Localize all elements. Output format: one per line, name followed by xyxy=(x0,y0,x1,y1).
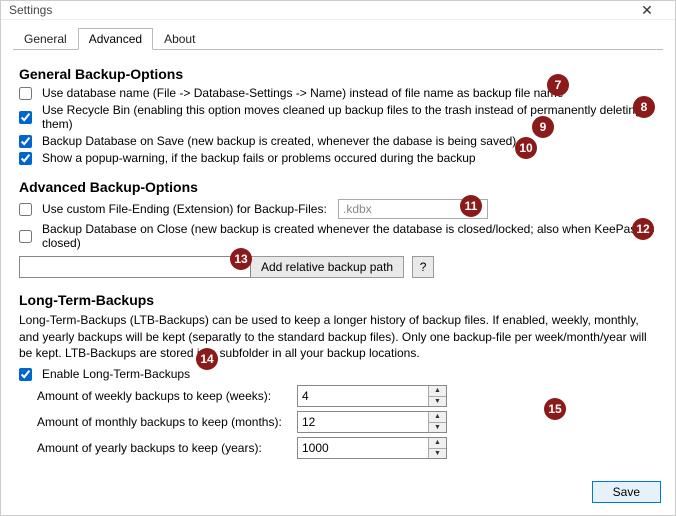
chk-use-dbname[interactable] xyxy=(19,87,32,100)
btn-add-relative-path[interactable]: Add relative backup path xyxy=(251,256,404,278)
lbl-use-dbname: Use database name (File -> Database-Sett… xyxy=(42,86,564,100)
tab-about[interactable]: About xyxy=(153,28,206,50)
spinner-weekly[interactable]: ▲▼ xyxy=(297,385,447,407)
ltb-heading: Long-Term-Backups xyxy=(19,292,657,308)
tab-bar: General Advanced About xyxy=(13,28,663,50)
input-relative-path[interactable] xyxy=(19,256,251,278)
btn-help[interactable]: ? xyxy=(412,256,434,278)
lbl-backup-on-close: Backup Database on Close (new backup is … xyxy=(42,222,657,250)
lbl-backup-on-save: Backup Database on Save (new backup is c… xyxy=(42,134,516,148)
lbl-custom-ext: Use custom File-Ending (Extension) for B… xyxy=(42,202,332,216)
spinner-yearly[interactable]: ▲▼ xyxy=(297,437,447,459)
chk-enable-ltb[interactable] xyxy=(19,368,32,381)
lbl-enable-ltb: Enable Long-Term-Backups xyxy=(42,367,190,381)
lbl-monthly: Amount of monthly backups to keep (month… xyxy=(37,415,287,429)
yearly-down-icon[interactable]: ▼ xyxy=(429,449,446,459)
monthly-down-icon[interactable]: ▼ xyxy=(429,423,446,433)
chk-backup-on-close[interactable] xyxy=(19,230,32,243)
lbl-popup-warning: Show a popup-warning, if the backup fail… xyxy=(42,151,476,165)
input-custom-ext[interactable] xyxy=(338,199,488,219)
close-icon[interactable]: ✕ xyxy=(627,2,667,19)
input-weekly[interactable] xyxy=(298,386,428,406)
save-button[interactable]: Save xyxy=(592,481,661,503)
yearly-up-icon[interactable]: ▲ xyxy=(429,438,446,449)
general-backup-heading: General Backup-Options xyxy=(19,66,657,82)
spinner-monthly[interactable]: ▲▼ xyxy=(297,411,447,433)
tab-general[interactable]: General xyxy=(13,28,78,50)
lbl-yearly: Amount of yearly backups to keep (years)… xyxy=(37,441,287,455)
advanced-backup-heading: Advanced Backup-Options xyxy=(19,179,657,195)
weekly-up-icon[interactable]: ▲ xyxy=(429,386,446,397)
tab-advanced[interactable]: Advanced xyxy=(78,28,153,50)
chk-backup-on-save[interactable] xyxy=(19,135,32,148)
weekly-down-icon[interactable]: ▼ xyxy=(429,397,446,407)
window-title: Settings xyxy=(9,3,627,17)
chk-popup-warning[interactable] xyxy=(19,152,32,165)
input-monthly[interactable] xyxy=(298,412,428,432)
chk-custom-ext[interactable] xyxy=(19,203,32,216)
ltb-description: Long-Term-Backups (LTB-Backups) can be u… xyxy=(19,312,657,361)
chk-recycle-bin[interactable] xyxy=(19,111,32,124)
input-yearly[interactable] xyxy=(298,438,428,458)
lbl-recycle-bin: Use Recycle Bin (enabling this option mo… xyxy=(42,103,657,131)
monthly-up-icon[interactable]: ▲ xyxy=(429,412,446,423)
lbl-weekly: Amount of weekly backups to keep (weeks)… xyxy=(37,389,287,403)
